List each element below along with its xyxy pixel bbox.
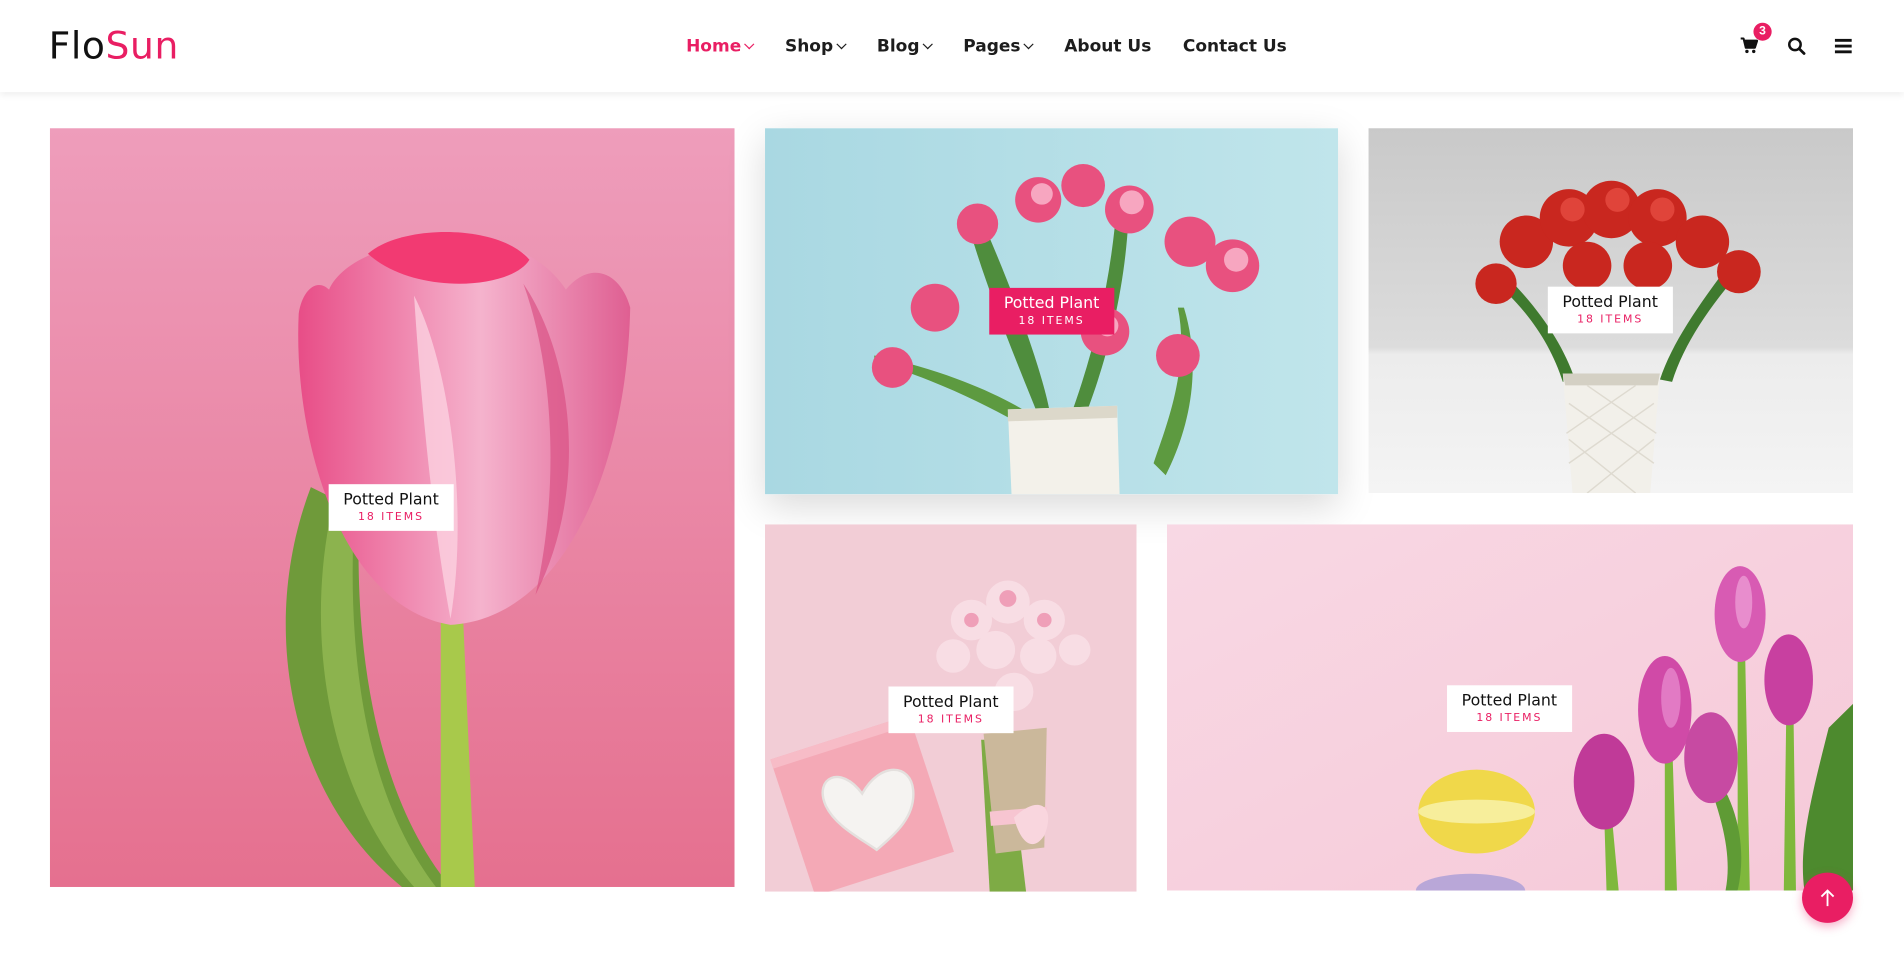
chevron-down-icon [744,39,755,50]
category-label[interactable]: Potted Plant 18 ITEMS [989,287,1114,335]
nav-item-label: About Us [1064,37,1152,57]
nav-item-shop[interactable]: Shop [784,37,847,57]
category-label[interactable]: Potted Plant 18 ITEMS [888,686,1014,734]
category-title: Potted Plant [903,693,999,712]
search-icon [1787,37,1805,55]
nav-item-label: Shop [784,37,834,57]
category-label[interactable]: Potted Plant 18 ITEMS [1447,685,1572,732]
header-actions: 3 [1713,22,1855,58]
category-count: 18 ITEMS [1577,314,1644,327]
nav-item-home[interactable]: Home [686,37,755,57]
cart-count-badge: 3 [1753,22,1772,41]
nav-item-label: Contact Us [1182,37,1287,57]
category-tile-3[interactable]: Potted Plant 18 ITEMS [1368,128,1854,494]
site-logo[interactable]: FloSun [49,24,179,69]
category-tile-5[interactable]: Potted Plant 18 ITEMS [1166,524,1854,891]
chevron-down-icon [1023,39,1035,50]
category-tile-2[interactable]: Potted Plant 18 ITEMS [765,128,1339,495]
site-header: FloSun Home Shop Blog Pages About Us Con… [0,0,1904,93]
nav-item-about-us[interactable]: About Us [1064,37,1151,56]
search-button[interactable] [1784,34,1808,58]
category-title: Potted Plant [1003,295,1100,314]
chevron-down-icon [836,39,847,50]
category-label[interactable]: Potted Plant 18 ITEMS [1547,286,1673,334]
nav-item-contact-us[interactable]: Contact Us [1183,37,1287,56]
main-navigation: Home Shop Blog Pages About Us Contact Us [686,36,1318,58]
nav-item-label: Blog [876,37,920,57]
nav-item-label: Pages [963,37,1021,57]
logo-text-part2: Sun [105,25,179,69]
shopping-cart-icon [1740,37,1758,54]
category-count: 18 ITEMS [1018,315,1085,328]
category-count: 18 ITEMS [1476,712,1543,725]
category-title: Potted Plant [343,491,439,510]
nav-item-label: Home [686,37,742,57]
cart-button[interactable]: 3 [1736,22,1772,58]
arrow-up-icon [1820,889,1835,907]
scroll-to-top-button[interactable] [1802,872,1854,923]
category-tile-4[interactable]: Potted Plant 18 ITEMS [765,524,1137,892]
category-title: Potted Plant [1562,293,1658,312]
category-label[interactable]: Potted Plant 18 ITEMS [328,484,454,531]
category-tile-1[interactable]: Potted Plant 18 ITEMS [49,128,735,887]
nav-item-pages[interactable]: Pages [963,37,1035,57]
menu-button[interactable] [1831,34,1855,58]
category-count: 18 ITEMS [357,511,425,524]
hamburger-menu-icon [1834,38,1852,53]
chevron-down-icon [922,39,934,50]
category-title: Potted Plant [1461,692,1558,711]
category-count: 18 ITEMS [917,714,984,726]
nav-item-blog[interactable]: Blog [876,37,934,57]
logo-text-part1: Flo [48,25,106,69]
